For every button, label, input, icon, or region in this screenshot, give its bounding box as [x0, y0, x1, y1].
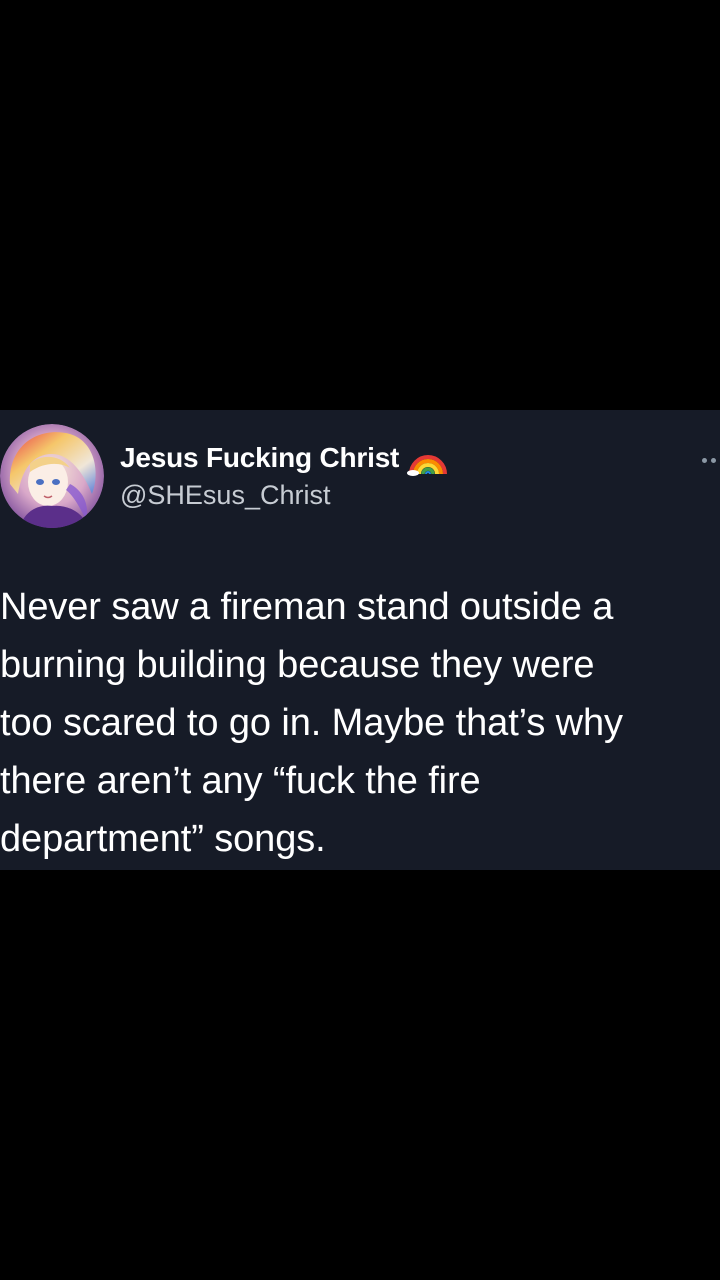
- avatar[interactable]: [0, 424, 104, 528]
- display-name-row: Jesus Fucking Christ: [120, 438, 449, 478]
- more-options-icon[interactable]: [702, 450, 720, 463]
- rainbow-icon: [407, 440, 449, 476]
- tweet-card: Jesus Fucking Christ @SHEsus_Christ Neve…: [0, 410, 720, 870]
- avatar-image: [0, 424, 104, 528]
- tweet-author[interactable]: Jesus Fucking Christ @SHEsus_Christ: [120, 438, 449, 511]
- user-handle[interactable]: @SHEsus_Christ: [120, 480, 449, 511]
- tweet-text: Never saw a fireman stand outside a burn…: [0, 586, 623, 860]
- display-name[interactable]: Jesus Fucking Christ: [120, 442, 399, 474]
